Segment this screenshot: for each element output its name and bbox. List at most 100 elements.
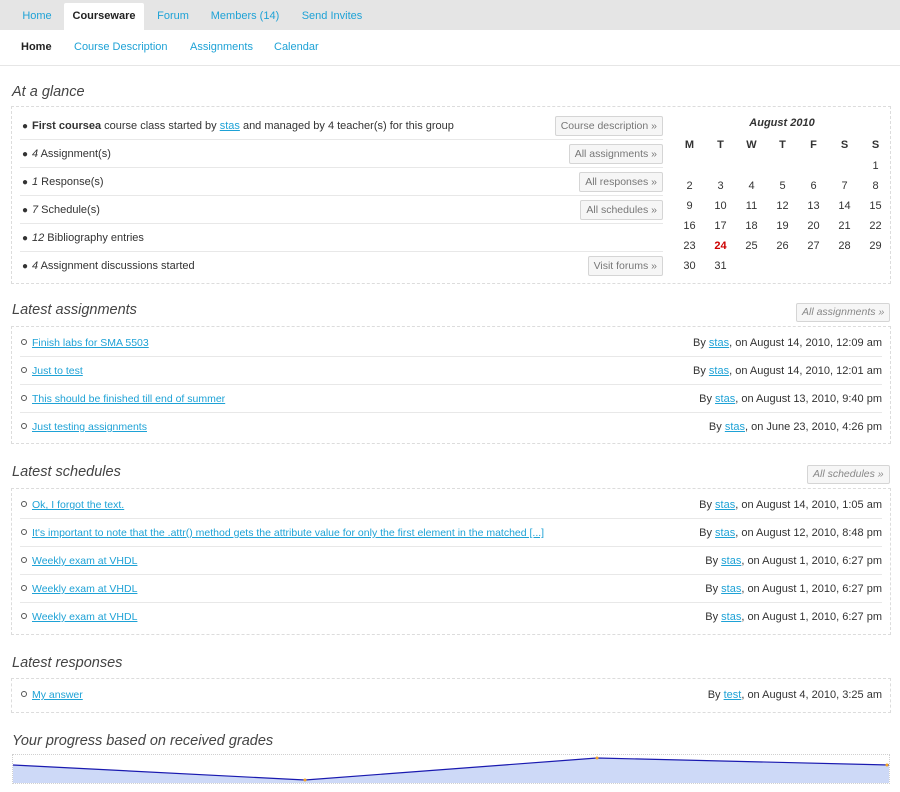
- user-link[interactable]: test: [724, 689, 742, 701]
- calendar-day-header: M: [684, 139, 695, 151]
- glance-text: 7 Schedule(s): [32, 204, 100, 216]
- schedule-meta: By stas, on August 1, 2010, 6:27 pm: [705, 611, 882, 623]
- calendar-day[interactable]: 30: [674, 260, 705, 272]
- bullet-icon: ●: [22, 177, 29, 188]
- by-label: By: [705, 555, 722, 567]
- tab-send-invites[interactable]: Send Invites: [292, 3, 372, 30]
- calendar-day[interactable]: 14: [829, 200, 860, 212]
- tab-courseware[interactable]: Courseware: [64, 3, 144, 30]
- bullet-icon: ●: [22, 233, 29, 244]
- user-link[interactable]: stas: [721, 583, 741, 595]
- calendar-day[interactable]: 21: [829, 220, 860, 232]
- schedule-title-link[interactable]: Weekly exam at VHDL: [32, 583, 137, 595]
- glance-text-part: course class started by: [101, 120, 220, 132]
- user-link[interactable]: stas: [721, 555, 741, 567]
- calendar-day[interactable]: 22: [860, 220, 891, 232]
- assignment-title-link[interactable]: Just testing assignments: [32, 421, 147, 433]
- calendar-day[interactable]: 13: [798, 200, 829, 212]
- user-link[interactable]: stas: [715, 393, 735, 405]
- by-label: By: [705, 583, 722, 595]
- date-text: , on August 14, 2010, 12:09 am: [729, 337, 882, 349]
- response-title-link[interactable]: My answer: [32, 689, 83, 701]
- calendar-day[interactable]: 19: [767, 220, 798, 232]
- date-text: , on August 1, 2010, 6:27 pm: [741, 583, 882, 595]
- count: 12: [32, 232, 45, 244]
- calendar-day[interactable]: 8: [860, 180, 891, 192]
- visit-forums-button[interactable]: Visit forums »: [587, 256, 663, 276]
- all-responses-button[interactable]: All responses »: [579, 172, 663, 192]
- assignment-title-link[interactable]: This should be finished till end of summ…: [32, 393, 225, 405]
- calendar-day[interactable]: 25: [736, 240, 767, 252]
- calendar-day[interactable]: 12: [767, 200, 798, 212]
- subtab-assignments[interactable]: Assignments: [190, 41, 253, 53]
- calendar-day[interactable]: 20: [798, 220, 829, 232]
- calendar-day[interactable]: 3: [705, 180, 736, 192]
- schedule-meta: By stas, on August 12, 2010, 8:48 pm: [699, 527, 882, 539]
- glance-row-assignments: ● 4 Assignment(s) All assignments »: [20, 140, 663, 168]
- calendar-day[interactable]: 28: [829, 240, 860, 252]
- date-text: , on August 14, 2010, 1:05 am: [735, 499, 882, 511]
- calendar-day[interactable]: 7: [829, 180, 860, 192]
- tab-forum[interactable]: Forum: [148, 3, 198, 30]
- calendar-day[interactable]: 15: [860, 200, 891, 212]
- course-description-button[interactable]: Course description »: [554, 116, 663, 136]
- response-row: My answer By test, on August 4, 2010, 3:2…: [20, 681, 882, 709]
- assignment-title-link[interactable]: Just to test: [32, 365, 83, 377]
- user-link[interactable]: stas: [721, 611, 741, 623]
- calendar-day[interactable]: 17: [705, 220, 736, 232]
- calendar-day[interactable]: 6: [798, 180, 829, 192]
- all-schedules-button[interactable]: All schedules »: [580, 200, 663, 220]
- calendar-day[interactable]: 27: [798, 240, 829, 252]
- tab-members[interactable]: Members (14): [202, 3, 288, 30]
- schedule-title-link[interactable]: Weekly exam at VHDL: [32, 555, 137, 567]
- calendar-day[interactable]: 2: [674, 180, 705, 192]
- assignment-meta: By stas, on June 23, 2010, 4:26 pm: [709, 421, 882, 433]
- calendar-day[interactable]: 9: [674, 200, 705, 212]
- calendar-day[interactable]: 29: [860, 240, 891, 252]
- assignment-title-link[interactable]: Finish labs for SMA 5503: [32, 337, 149, 349]
- calendar-day[interactable]: 11: [736, 200, 767, 212]
- circle-bullet-icon: [21, 501, 27, 507]
- calendar-day[interactable]: 24: [705, 240, 736, 252]
- user-link[interactable]: stas: [715, 499, 735, 511]
- subtab-course-description[interactable]: Course Description: [74, 41, 168, 53]
- date-text: , on August 1, 2010, 6:27 pm: [741, 611, 882, 623]
- schedule-title-link[interactable]: Ok, I forgot the text.: [32, 499, 124, 511]
- calendar-day-header: F: [810, 139, 817, 151]
- schedule-row: Weekly exam at VHDL By stas, on August 1,…: [20, 547, 882, 575]
- user-link[interactable]: stas: [715, 527, 735, 539]
- assignments-box: Finish labs for SMA 5503 By stas, on Augu…: [11, 326, 891, 444]
- calendar-day-header: S: [871, 139, 880, 151]
- assignments-heading: Latest assignments: [12, 302, 137, 318]
- tab-home[interactable]: Home: [12, 3, 62, 30]
- calendar-day[interactable]: 23: [674, 240, 705, 252]
- all-schedules-link-button[interactable]: All schedules »: [807, 465, 890, 484]
- calendar-day[interactable]: 5: [767, 180, 798, 192]
- date-text: , on August 13, 2010, 9:40 pm: [735, 393, 882, 405]
- schedule-title-link[interactable]: Weekly exam at VHDL: [32, 611, 137, 623]
- glance-box: ● First coursea course class started by …: [11, 106, 891, 284]
- all-assignments-button[interactable]: All assignments »: [568, 144, 663, 164]
- calendar-day[interactable]: 10: [705, 200, 736, 212]
- assignment-row: Just testing assignments By stas, on June…: [20, 413, 882, 441]
- date-text: , on August 1, 2010, 6:27 pm: [741, 555, 882, 567]
- user-link[interactable]: stas: [220, 120, 240, 132]
- progress-point: [303, 778, 307, 782]
- subtab-calendar[interactable]: Calendar: [274, 41, 319, 53]
- user-link[interactable]: stas: [725, 421, 745, 433]
- progress-chart: [12, 754, 890, 784]
- by-label: By: [693, 365, 709, 377]
- top-nav: Home Courseware Forum Members (14) Send …: [0, 0, 900, 30]
- calendar-day[interactable]: 1: [860, 160, 891, 172]
- subtab-home[interactable]: Home: [21, 41, 52, 53]
- all-assignments-link-button[interactable]: All assignments »: [796, 303, 891, 322]
- calendar-day[interactable]: 31: [705, 260, 736, 272]
- schedule-title-link[interactable]: It's important to note that the .attr() …: [32, 527, 544, 539]
- calendar-day[interactable]: 16: [674, 220, 705, 232]
- user-link[interactable]: stas: [709, 337, 729, 349]
- response-meta: By test, on August 4, 2010, 3:25 am: [708, 689, 882, 701]
- calendar-day[interactable]: 18: [736, 220, 767, 232]
- user-link[interactable]: stas: [709, 365, 729, 377]
- calendar-day[interactable]: 26: [767, 240, 798, 252]
- calendar-day[interactable]: 4: [736, 180, 767, 192]
